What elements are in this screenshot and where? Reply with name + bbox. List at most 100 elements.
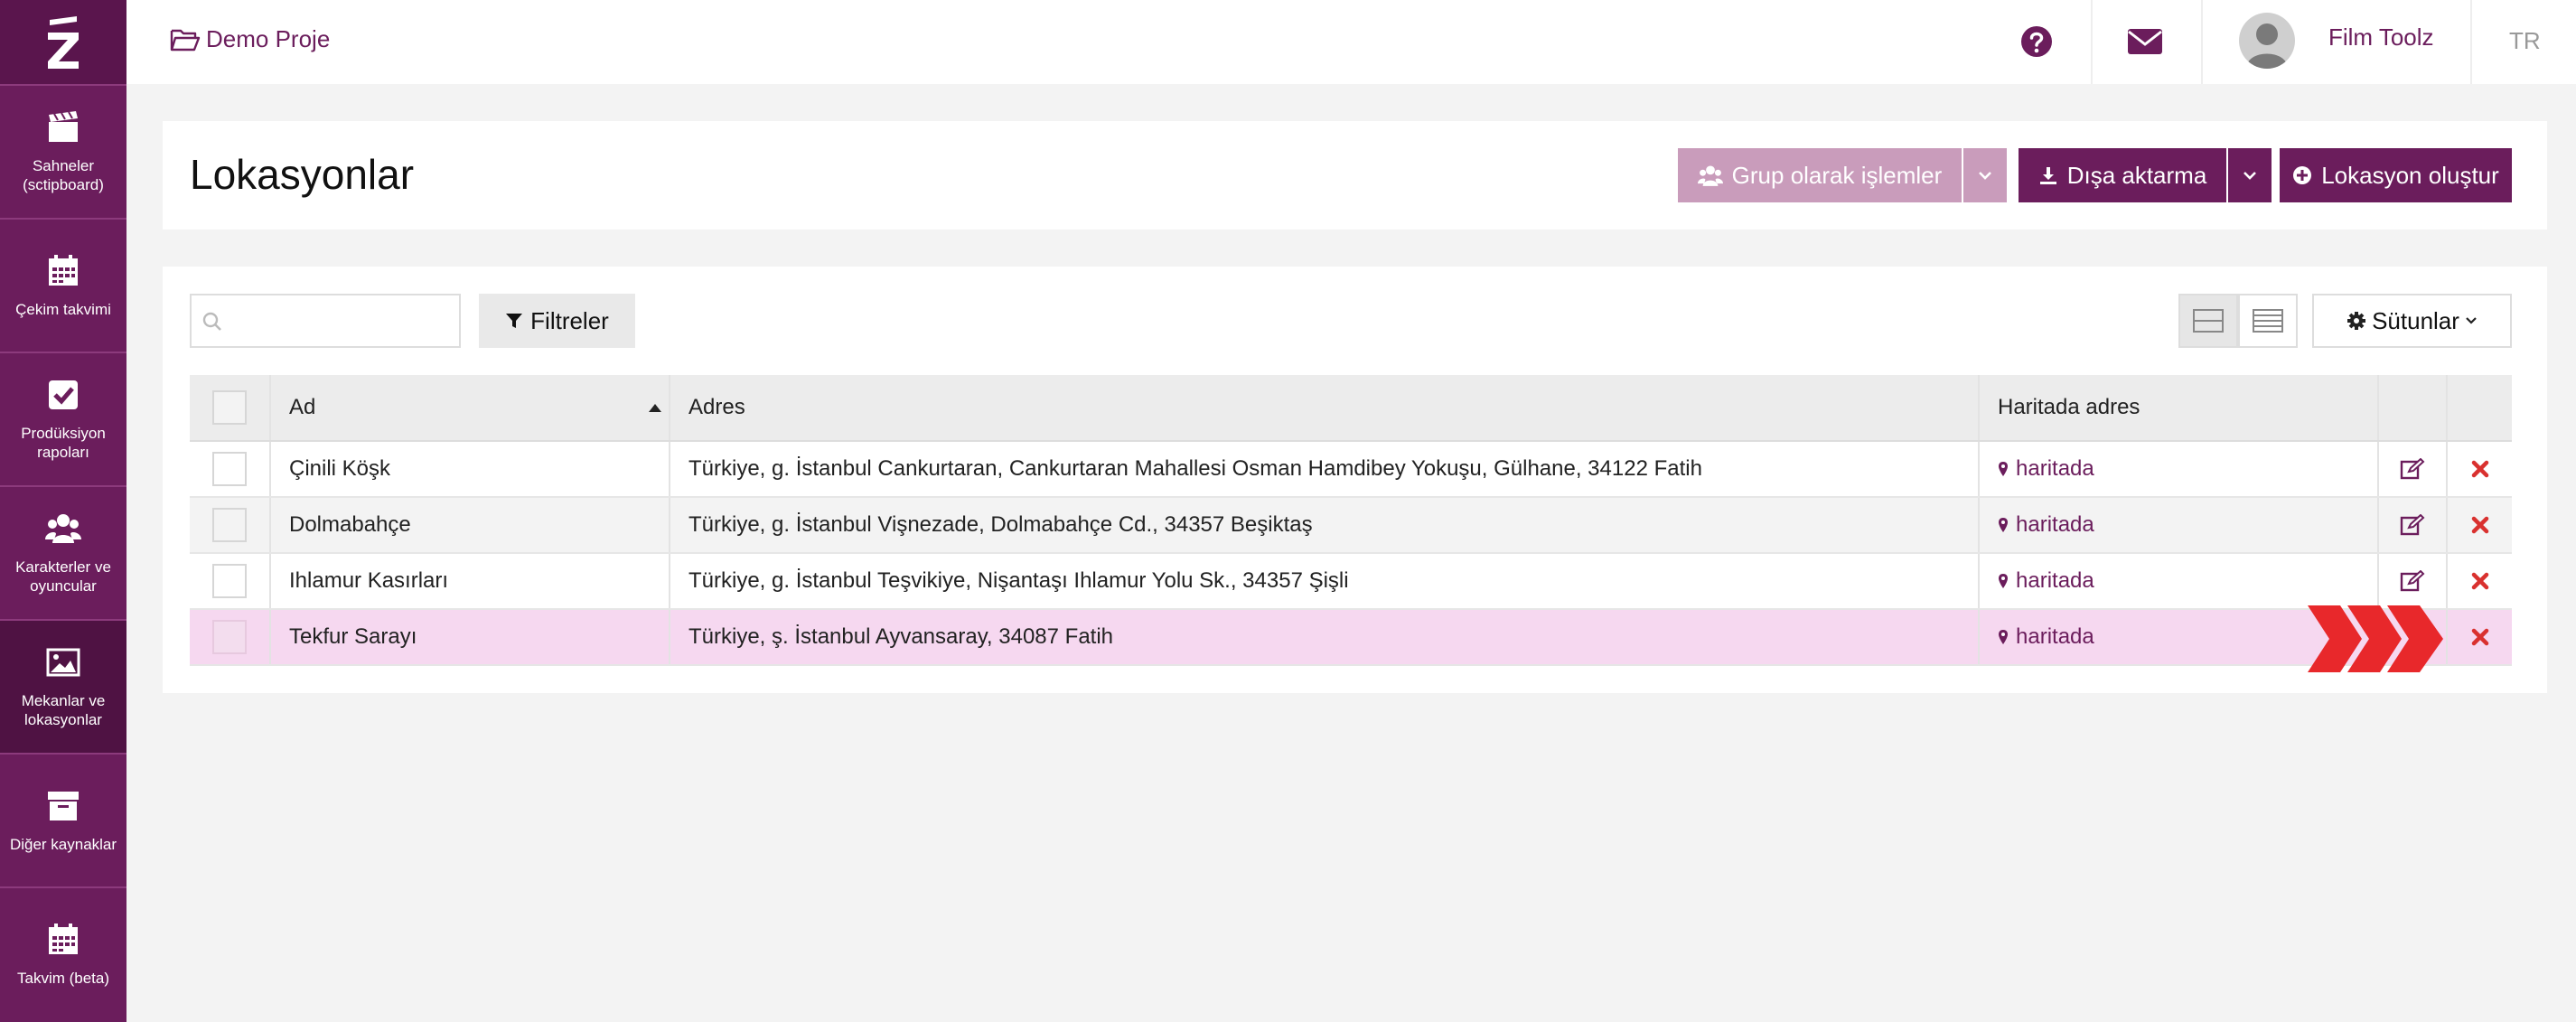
delete-icon[interactable] bbox=[2471, 572, 2489, 590]
avatar[interactable] bbox=[2239, 13, 2295, 69]
sidebar-item-locations[interactable]: Mekanlar ve lokasyonlar bbox=[0, 619, 126, 753]
column-header-edit bbox=[2379, 375, 2448, 440]
location-address: Türkiye, g. İstanbul Teşvikiye, Nişantaş… bbox=[670, 554, 1980, 608]
delete-icon[interactable] bbox=[2471, 628, 2489, 646]
sidebar-item-calendar-beta[interactable]: Takvim (beta) bbox=[0, 886, 126, 1020]
user-name[interactable]: Film Toolz bbox=[2328, 23, 2434, 52]
view-list-toggle[interactable] bbox=[2238, 294, 2298, 348]
group-actions-button[interactable]: Grup olarak işlemler bbox=[1678, 148, 1962, 202]
filmtoolz-logo-icon bbox=[48, 15, 79, 69]
location-name: Ihlamur Kasırları bbox=[271, 554, 670, 608]
language-switcher[interactable]: TR bbox=[2509, 27, 2541, 55]
table-row[interactable]: Dolmabahçe Türkiye, g. İstanbul Vişnezad… bbox=[190, 498, 2512, 554]
chevron-down-icon bbox=[1979, 172, 1991, 180]
search-input[interactable] bbox=[231, 301, 448, 341]
sidebar-item-label: Karakterler ve oyuncular bbox=[15, 558, 111, 595]
column-header-map[interactable]: Haritada adres bbox=[1980, 375, 2379, 440]
location-address: Türkiye, g. İstanbul Vişnezade, Dolmabah… bbox=[670, 498, 1980, 552]
edit-icon[interactable] bbox=[2400, 570, 2425, 592]
select-all-cell bbox=[190, 375, 271, 440]
map-marker-icon bbox=[1999, 574, 2008, 588]
envelope-icon[interactable] bbox=[2127, 27, 2163, 56]
chevron-down-icon bbox=[2243, 172, 2256, 180]
delete-icon[interactable] bbox=[2471, 516, 2489, 534]
row-checkbox[interactable] bbox=[212, 452, 247, 486]
divider bbox=[2091, 0, 2093, 84]
create-location-label: Lokasyon oluştur bbox=[2321, 161, 2499, 189]
filters-label: Filtreler bbox=[530, 306, 609, 334]
topbar: Demo Proje Film Toolz TR bbox=[126, 0, 2576, 84]
view-compact-toggle[interactable] bbox=[2178, 294, 2238, 348]
map-marker-icon bbox=[1999, 518, 2008, 532]
rows-list-icon bbox=[2253, 309, 2283, 333]
column-header-delete bbox=[2448, 375, 2512, 440]
search-box bbox=[190, 294, 461, 348]
column-header-address[interactable]: Adres bbox=[670, 375, 1980, 440]
locations-panel: Filtreler Sütunlar Ad Adres Haritada adr… bbox=[163, 267, 2547, 693]
help-icon[interactable] bbox=[2020, 25, 2053, 58]
archive-icon bbox=[48, 791, 79, 820]
row-checkbox[interactable] bbox=[212, 564, 247, 598]
filter-icon bbox=[506, 314, 523, 328]
delete-icon[interactable] bbox=[2471, 460, 2489, 478]
table-row[interactable]: Tekfur Sarayı Türkiye, ş. İstanbul Ayvan… bbox=[190, 610, 2512, 666]
users-icon bbox=[1697, 165, 1723, 186]
sidebar: Sahneler (sctipboard) Çekim takvimi Prod… bbox=[0, 0, 126, 1022]
map-link[interactable]: haritada bbox=[1998, 568, 2094, 594]
gear-icon bbox=[2347, 312, 2366, 330]
location-address: Türkiye, g. İstanbul Cankurtaran, Cankur… bbox=[670, 442, 1980, 496]
sidebar-item-label: Takvim (beta) bbox=[16, 969, 110, 987]
divider bbox=[2470, 0, 2472, 84]
project-name: Demo Proje bbox=[206, 25, 331, 52]
table-row[interactable]: Çinili Köşk Türkiye, g. İstanbul Cankurt… bbox=[190, 442, 2512, 498]
create-location-button[interactable]: Lokasyon oluştur bbox=[2280, 148, 2512, 202]
project-link[interactable]: Demo Proje bbox=[170, 25, 330, 53]
sidebar-item-other-resources[interactable]: Diğer kaynaklar bbox=[0, 753, 126, 886]
column-header-name[interactable]: Ad bbox=[271, 375, 670, 440]
page-title: Lokasyonlar bbox=[190, 151, 415, 198]
select-all-checkbox[interactable] bbox=[212, 390, 247, 425]
location-name: Dolmabahçe bbox=[271, 498, 670, 552]
edit-icon[interactable] bbox=[2400, 458, 2425, 480]
filters-button[interactable]: Filtreler bbox=[479, 294, 635, 348]
logo[interactable] bbox=[0, 0, 126, 84]
locations-table: Ad Adres Haritada adres Çinili Köşk Türk… bbox=[190, 375, 2512, 666]
calendar-icon bbox=[49, 254, 78, 286]
sidebar-item-characters[interactable]: Karakterler ve oyuncular bbox=[0, 485, 126, 619]
columns-button[interactable]: Sütunlar bbox=[2312, 294, 2512, 348]
divider bbox=[2201, 0, 2203, 84]
sidebar-item-label: Diğer kaynaklar bbox=[9, 835, 117, 853]
pointer-arrow-icon bbox=[2308, 605, 2443, 672]
row-checkbox[interactable] bbox=[212, 620, 247, 654]
location-address: Türkiye, ş. İstanbul Ayvansaray, 34087 F… bbox=[670, 610, 1980, 664]
group-actions-dropdown[interactable] bbox=[1963, 148, 2007, 202]
sidebar-item-label: Sahneler (sctipboard) bbox=[23, 157, 104, 193]
edit-icon[interactable] bbox=[2400, 514, 2425, 536]
chevron-down-icon bbox=[2466, 317, 2477, 324]
export-label: Dışa aktarma bbox=[2066, 161, 2207, 189]
sidebar-item-label: Prodüksiyon rapoları bbox=[21, 425, 106, 461]
folder-open-icon bbox=[170, 29, 201, 51]
sidebar-item-shooting-schedule[interactable]: Çekim takvimi bbox=[0, 218, 126, 352]
map-link[interactable]: haritada bbox=[1998, 456, 2094, 482]
search-icon bbox=[202, 312, 221, 331]
sidebar-item-label: Çekim takvimi bbox=[15, 300, 111, 318]
checkbox-icon bbox=[49, 380, 78, 409]
group-actions-label: Grup olarak işlemler bbox=[1731, 161, 1943, 189]
map-link[interactable]: haritada bbox=[1998, 624, 2094, 650]
table-row[interactable]: Ihlamur Kasırları Türkiye, g. İstanbul T… bbox=[190, 554, 2512, 610]
sidebar-item-scenes[interactable]: Sahneler (sctipboard) bbox=[0, 84, 126, 218]
row-checkbox[interactable] bbox=[212, 508, 247, 542]
map-marker-icon bbox=[1999, 630, 2008, 644]
user-avatar-icon bbox=[2246, 23, 2288, 69]
plus-circle-icon bbox=[2293, 166, 2312, 184]
sidebar-item-production-reports[interactable]: Prodüksiyon rapoları bbox=[0, 352, 126, 485]
calendar-icon bbox=[49, 923, 78, 954]
export-button[interactable]: Dışa aktarma bbox=[2019, 148, 2226, 202]
sort-asc-icon bbox=[649, 404, 661, 412]
columns-label: Sütunlar bbox=[2372, 306, 2459, 334]
map-link[interactable]: haritada bbox=[1998, 512, 2094, 538]
export-dropdown[interactable] bbox=[2228, 148, 2272, 202]
location-name: Tekfur Sarayı bbox=[271, 610, 670, 664]
rows-wide-icon bbox=[2193, 309, 2224, 333]
